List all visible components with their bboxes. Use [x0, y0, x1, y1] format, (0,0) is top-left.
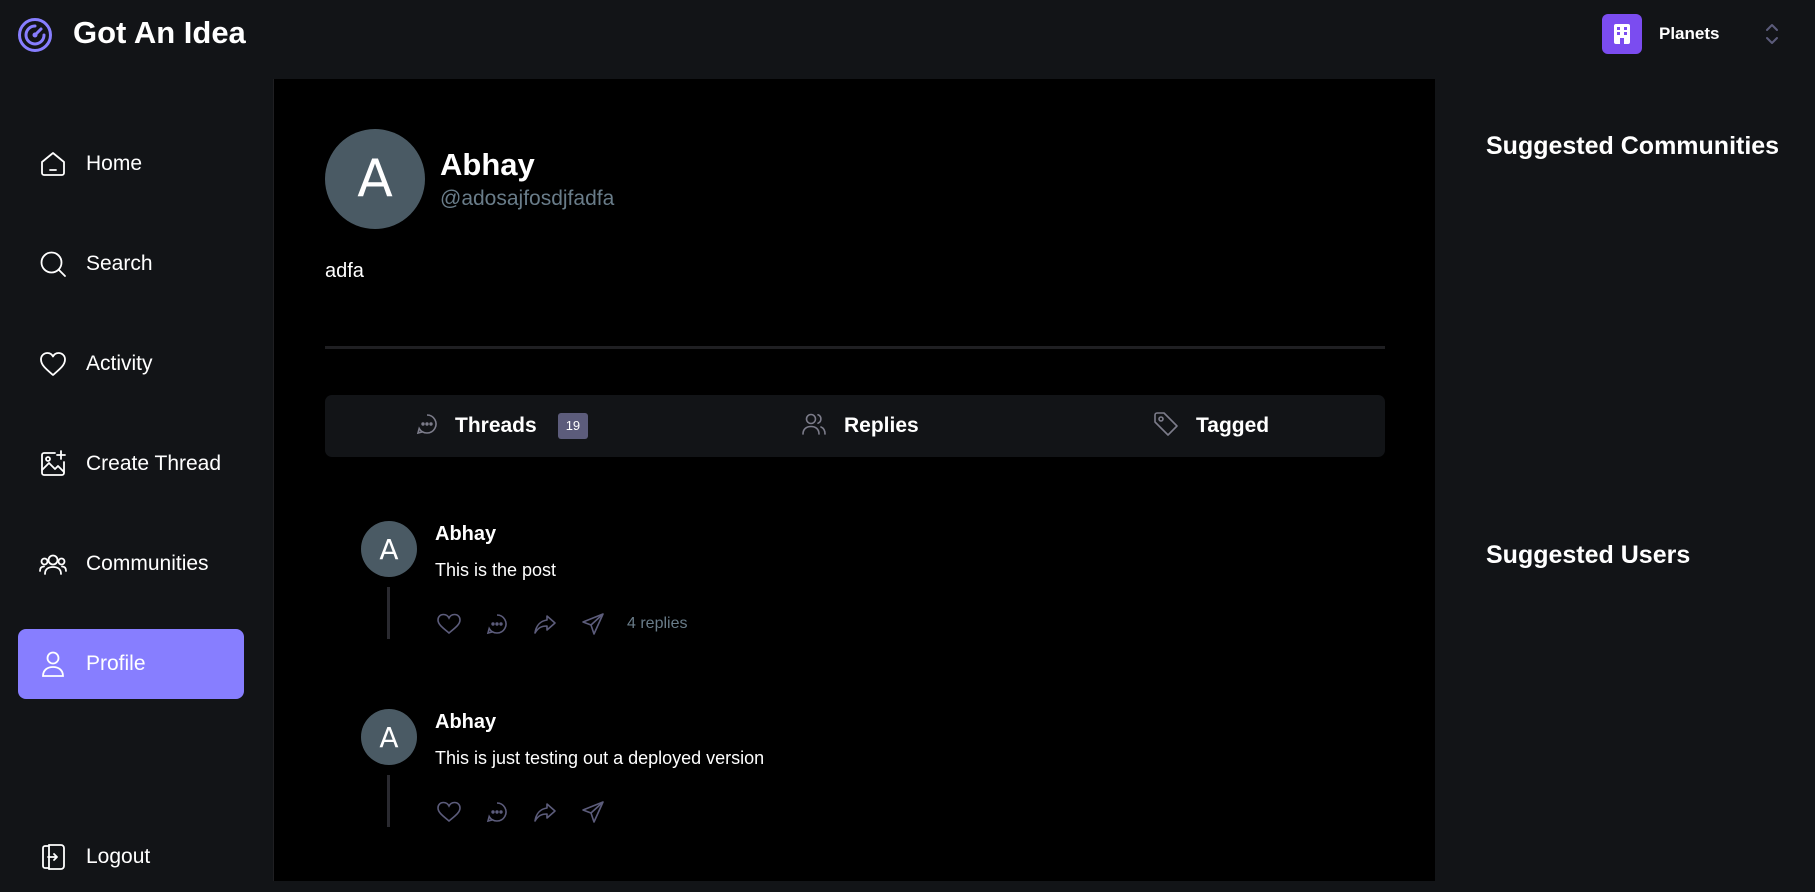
create-thread-icon [37, 448, 69, 480]
heart-icon[interactable] [435, 610, 463, 638]
thread-text: This is just testing out a deployed vers… [435, 748, 765, 768]
users-icon [800, 410, 828, 443]
sidebar-item-home[interactable]: Home [18, 129, 244, 199]
user-icon [37, 648, 69, 680]
sidebar-item-label: Search [86, 252, 153, 275]
search-icon [37, 248, 69, 280]
organization-name: Planets [1659, 24, 1720, 43]
organization-switcher[interactable]: Planets [1602, 14, 1778, 54]
communities-icon [37, 548, 69, 580]
thread-line [387, 775, 390, 827]
right-sidebar: Suggested Communities Suggested Users [1435, 79, 1815, 881]
thread-actions: 4 replies [435, 610, 687, 638]
suggested-communities-heading: Suggested Communities [1486, 132, 1780, 160]
tab-label: Threads [455, 414, 537, 437]
main-content: A Abhay @adosajfosdjfadfa adfa Threads 1… [274, 79, 1435, 881]
left-sidebar: Home Search Activity Create Thread Commu… [0, 79, 274, 881]
repost-icon[interactable] [531, 798, 559, 826]
sidebar-item-communities[interactable]: Communities [18, 529, 244, 599]
logout-label: Logout [86, 845, 151, 868]
tab-label: Tagged [1196, 414, 1270, 437]
topbar: Got An Idea Planets [0, 0, 1815, 79]
thread-author-avatar[interactable]: A [361, 521, 417, 577]
tag-icon [1152, 410, 1180, 443]
tab-tagged[interactable]: Tagged [1152, 395, 1269, 457]
repost-icon[interactable] [531, 610, 559, 638]
chevron-up-down-icon [1766, 24, 1778, 44]
divider [325, 346, 1385, 349]
building-icon [1602, 14, 1642, 54]
replies-count-link[interactable]: 4 replies [627, 615, 687, 633]
share-icon[interactable] [579, 798, 607, 826]
reply-icon[interactable] [483, 798, 511, 826]
sidebar-item-activity[interactable]: Activity [18, 329, 244, 399]
sidebar-item-search[interactable]: Search [18, 229, 244, 299]
home-icon [37, 148, 69, 180]
sidebar-item-label: Create Thread [86, 452, 222, 475]
logo-icon[interactable] [17, 17, 53, 53]
tab-threads[interactable]: Threads 19 [415, 395, 589, 457]
profile-name: Abhay [440, 147, 535, 182]
sidebar-item-label: Activity [86, 352, 153, 375]
sidebar-item-create-thread[interactable]: Create Thread [18, 429, 244, 499]
heart-icon[interactable] [435, 798, 463, 826]
thread-actions [435, 798, 627, 826]
profile-handle: @adosajfosdjfadfa [440, 187, 615, 210]
tab-label: Replies [844, 414, 919, 437]
heart-icon [37, 348, 69, 380]
thread-line [387, 587, 390, 639]
thread-text: This is the post [435, 560, 557, 580]
app-title[interactable]: Got An Idea [73, 15, 246, 51]
profile-bio: adfa [325, 260, 364, 282]
sidebar-item-label: Profile [86, 652, 146, 675]
logout-button[interactable]: Logout [18, 822, 244, 892]
reply-icon[interactable] [483, 610, 511, 638]
sidebar-item-label: Communities [86, 552, 209, 575]
thread-author-avatar[interactable]: A [361, 709, 417, 765]
thread-author[interactable]: Abhay [435, 523, 496, 546]
threads-count-badge: 19 [557, 413, 589, 439]
suggested-users-heading: Suggested Users [1486, 541, 1691, 569]
logout-icon [37, 841, 69, 873]
share-icon[interactable] [579, 610, 607, 638]
thread-author[interactable]: Abhay [435, 711, 496, 734]
tab-replies[interactable]: Replies [800, 395, 919, 457]
profile-tabs: Threads 19 Replies Tagged [325, 395, 1385, 457]
sidebar-item-label: Home [86, 152, 143, 175]
sidebar-item-profile[interactable]: Profile [18, 629, 244, 699]
profile-avatar: A [325, 129, 425, 229]
chat-bubble-icon [415, 412, 439, 441]
